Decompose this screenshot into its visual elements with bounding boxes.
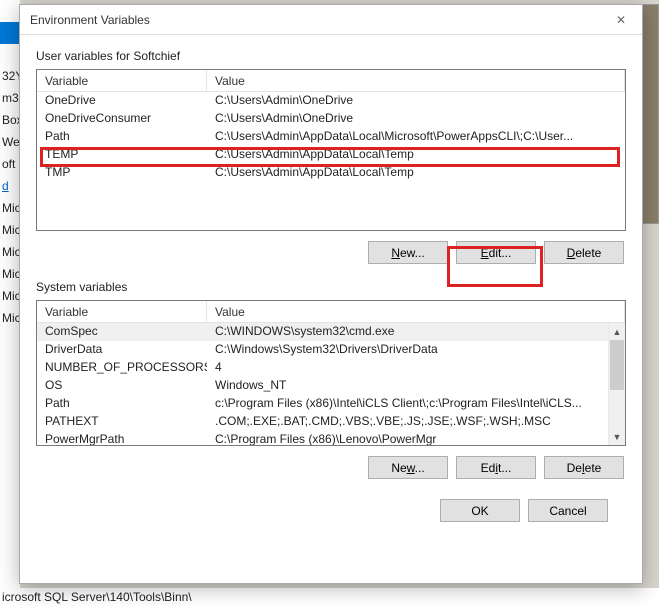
bg-item: oft <box>0 154 20 176</box>
bg-item: Mic <box>0 264 20 286</box>
close-button[interactable]: ✕ <box>600 5 642 34</box>
cell-value: C:\Users\Admin\AppData\Local\Temp <box>207 164 625 182</box>
cell-variable: TEMP <box>37 146 207 164</box>
user-vars-label: User variables for Softchief <box>36 49 626 63</box>
cell-variable: Path <box>37 395 207 413</box>
background-list: 32Y m3 Box Wel oft d Mic Mic Mic Mic Mic… <box>0 0 20 606</box>
table-row[interactable]: TMP C:\Users\Admin\AppData\Local\Temp <box>37 164 625 182</box>
ok-button[interactable]: OK <box>440 499 520 522</box>
dialog-title: Environment Variables <box>30 13 150 27</box>
cell-value: C:\Windows\System32\Drivers\DriverData <box>207 341 625 359</box>
column-headers[interactable]: Variable Value <box>37 301 625 323</box>
cell-variable: PATHEXT <box>37 413 207 431</box>
table-row[interactable]: OneDrive C:\Users\Admin\OneDrive <box>37 92 625 110</box>
table-row[interactable]: PATHEXT .COM;.EXE;.BAT;.CMD;.VBS;.VBE;.J… <box>37 413 625 431</box>
user-button-row: New... Edit... Delete <box>36 241 624 264</box>
system-vars-label: System variables <box>36 280 626 294</box>
dialog-body: User variables for Softchief Variable Va… <box>20 35 642 534</box>
col-value[interactable]: Value <box>207 301 625 322</box>
user-rows: OneDrive C:\Users\Admin\OneDrive OneDriv… <box>37 92 625 230</box>
bg-item: m3 <box>0 88 20 110</box>
user-new-button[interactable]: New... <box>368 241 448 264</box>
table-row[interactable]: DriverData C:\Windows\System32\Drivers\D… <box>37 341 625 359</box>
dialog-footer: OK Cancel <box>36 495 626 522</box>
system-button-row: New... Edit... Delete <box>36 456 624 479</box>
bg-item: Mic <box>0 198 20 220</box>
cell-value: c:\Program Files (x86)\Intel\iCLS Client… <box>207 395 625 413</box>
column-headers[interactable]: Variable Value <box>37 70 625 92</box>
bg-item: Mic <box>0 220 20 242</box>
table-row[interactable]: TEMP C:\Users\Admin\AppData\Local\Temp <box>37 146 625 164</box>
system-delete-button[interactable]: Delete <box>544 456 624 479</box>
cell-variable: Path <box>37 128 207 146</box>
col-variable[interactable]: Variable <box>37 70 207 91</box>
table-row[interactable]: OneDriveConsumer C:\Users\Admin\OneDrive <box>37 110 625 128</box>
cell-value: C:\WINDOWS\system32\cmd.exe <box>207 323 625 341</box>
bg-item: 32Y <box>0 66 20 88</box>
cell-variable: NUMBER_OF_PROCESSORS <box>37 359 207 377</box>
cell-variable: OneDriveConsumer <box>37 110 207 128</box>
cell-value: C:\Program Files (x86)\Lenovo\PowerMgr <box>207 431 625 445</box>
bg-item <box>0 0 20 22</box>
env-vars-dialog: Environment Variables ✕ User variables f… <box>19 4 643 584</box>
cell-value: C:\Users\Admin\OneDrive <box>207 92 625 110</box>
bg-item: Box <box>0 110 20 132</box>
bg-item: Mic <box>0 286 20 308</box>
system-new-button[interactable]: New... <box>368 456 448 479</box>
bg-item: Mic <box>0 242 20 264</box>
cell-variable: TMP <box>37 164 207 182</box>
scroll-thumb[interactable] <box>610 340 624 390</box>
scroll-up-icon[interactable]: ▲ <box>609 323 625 340</box>
cell-variable: PowerMgrPath <box>37 431 207 445</box>
cell-variable: OS <box>37 377 207 395</box>
close-icon: ✕ <box>616 13 626 27</box>
system-rows: ComSpec C:\WINDOWS\system32\cmd.exe Driv… <box>37 323 625 445</box>
system-vars-list[interactable]: Variable Value ComSpec C:\WINDOWS\system… <box>36 300 626 446</box>
scroll-down-icon[interactable]: ▼ <box>609 428 625 445</box>
user-delete-button[interactable]: Delete <box>544 241 624 264</box>
bg-item: Wel <box>0 132 20 154</box>
table-row-path[interactable]: Path C:\Users\Admin\AppData\Local\Micros… <box>37 128 625 146</box>
cancel-button[interactable]: Cancel <box>528 499 608 522</box>
background-path-text: icrosoft SQL Server\140\Tools\Binn\ <box>0 588 659 606</box>
scrollbar[interactable]: ▲ ▼ <box>608 323 625 445</box>
user-vars-list[interactable]: Variable Value OneDrive C:\Users\Admin\O… <box>36 69 626 231</box>
table-row[interactable]: NUMBER_OF_PROCESSORS 4 <box>37 359 625 377</box>
cell-value: Windows_NT <box>207 377 625 395</box>
table-row[interactable]: ComSpec C:\WINDOWS\system32\cmd.exe <box>37 323 625 341</box>
cell-value: .COM;.EXE;.BAT;.CMD;.VBS;.VBE;.JS;.JSE;.… <box>207 413 625 431</box>
table-row[interactable]: OS Windows_NT <box>37 377 625 395</box>
user-edit-button[interactable]: Edit... <box>456 241 536 264</box>
titlebar: Environment Variables ✕ <box>20 5 642 35</box>
system-edit-button[interactable]: Edit... <box>456 456 536 479</box>
table-row[interactable]: Path c:\Program Files (x86)\Intel\iCLS C… <box>37 395 625 413</box>
bg-item <box>0 44 20 66</box>
background-image-strip <box>641 4 659 224</box>
table-row[interactable]: PowerMgrPath C:\Program Files (x86)\Leno… <box>37 431 625 445</box>
cell-value: C:\Users\Admin\AppData\Local\Microsoft\P… <box>207 128 625 146</box>
cell-value: C:\Users\Admin\OneDrive <box>207 110 625 128</box>
cell-variable: ComSpec <box>37 323 207 341</box>
bg-item-link: d <box>0 176 20 198</box>
cell-variable: OneDrive <box>37 92 207 110</box>
cell-value: C:\Users\Admin\AppData\Local\Temp <box>207 146 625 164</box>
cell-value: 4 <box>207 359 625 377</box>
col-variable[interactable]: Variable <box>37 301 207 322</box>
col-value[interactable]: Value <box>207 70 625 91</box>
cell-variable: DriverData <box>37 341 207 359</box>
bg-item: Mic <box>0 308 20 330</box>
bg-item-selected <box>0 22 20 44</box>
